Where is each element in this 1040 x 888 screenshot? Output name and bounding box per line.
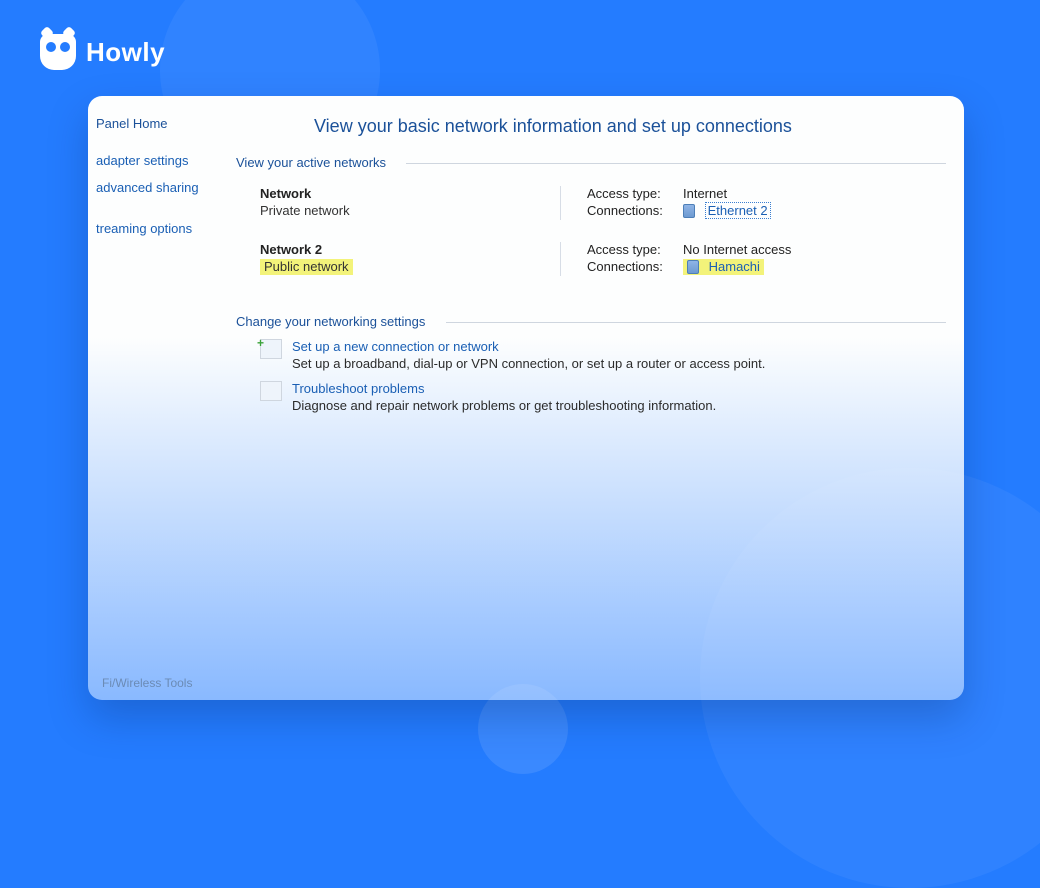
- connections-label: Connections:: [587, 203, 683, 218]
- access-type-label: Access type:: [587, 186, 683, 201]
- setting-new-connection: Set up a new connection or network Set u…: [260, 339, 946, 371]
- brand-word: Howly: [86, 37, 165, 68]
- setting-desc: Set up a broadband, dial-up or VPN conne…: [292, 356, 765, 371]
- access-type-value: No Internet access: [683, 242, 791, 257]
- network-name: Network: [260, 186, 560, 201]
- sidebar-item-sharing[interactable]: advanced sharing: [88, 174, 222, 201]
- connection-link-hamachi[interactable]: Hamachi: [709, 259, 760, 274]
- networking-settings: Set up a new connection or network Set u…: [260, 339, 946, 413]
- nic-icon: [683, 204, 695, 218]
- main-content: View your basic network information and …: [228, 96, 964, 700]
- owl-icon: [40, 34, 76, 70]
- sidebar: Panel Home adapter settings advanced sha…: [88, 96, 228, 700]
- setting-link[interactable]: Troubleshoot problems: [292, 381, 716, 396]
- change-settings-header: Change your networking settings: [236, 314, 946, 329]
- troubleshoot-icon: [260, 381, 282, 401]
- sidebar-home[interactable]: Panel Home: [88, 110, 222, 137]
- setting-desc: Diagnose and repair network problems or …: [292, 398, 716, 413]
- network-name: Network 2: [260, 242, 560, 257]
- setting-troubleshoot: Troubleshoot problems Diagnose and repai…: [260, 381, 946, 413]
- network-type: Public network: [260, 259, 560, 274]
- access-type-value: Internet: [683, 186, 727, 201]
- connections-label: Connections:: [587, 259, 683, 274]
- page-title: View your basic network information and …: [314, 116, 946, 137]
- active-networks-header: View your active networks: [236, 155, 946, 170]
- access-type-label: Access type:: [587, 242, 683, 257]
- sidebar-item-adapter[interactable]: adapter settings: [88, 147, 222, 174]
- connection-link-ethernet[interactable]: Ethernet 2: [705, 202, 771, 219]
- network-row: Network 2 Public network Access type: No…: [236, 236, 946, 292]
- setting-link[interactable]: Set up a new connection or network: [292, 339, 765, 354]
- network-row: Network Private network Access type: Int…: [236, 180, 946, 236]
- nic-icon: [687, 260, 699, 274]
- sidebar-item-streaming[interactable]: treaming options: [88, 215, 222, 242]
- active-networks: Network Private network Access type: Int…: [236, 180, 946, 292]
- brand-logo: Howly: [40, 34, 165, 70]
- control-panel-window: Panel Home adapter settings advanced sha…: [88, 96, 964, 700]
- new-connection-icon: [260, 339, 282, 359]
- network-type: Private network: [260, 203, 560, 218]
- footer-text: Fi/Wireless Tools: [102, 676, 192, 690]
